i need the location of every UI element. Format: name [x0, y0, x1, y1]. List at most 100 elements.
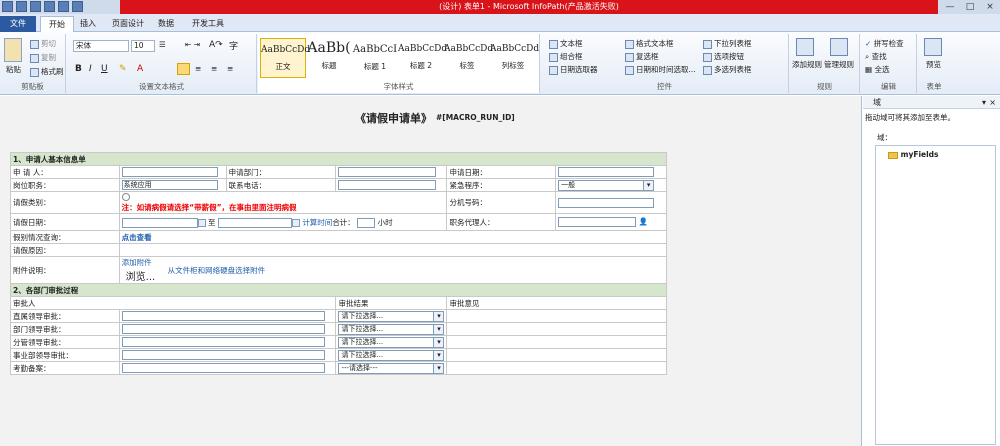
form-canvas: 《请假申请单》 #[MACRO_RUN_ID] 1、申请人基本信息单 申 请 人…: [0, 96, 862, 446]
bold-icon[interactable]: B: [75, 64, 82, 74]
control-multi-select[interactable]: 多选列表框: [703, 64, 752, 75]
find-button[interactable]: ⌕ 查找: [865, 51, 887, 62]
applicant-cell: [118, 165, 227, 179]
urgency-cell: 一般: [555, 178, 667, 192]
person-icon[interactable]: 👤: [639, 217, 648, 226]
text-direction-icon[interactable]: A↷: [209, 40, 223, 50]
align-right-icon[interactable]: ≡: [211, 64, 217, 73]
start-date-input[interactable]: [121, 217, 198, 228]
spell-check-button[interactable]: ✓ 拼写检查: [865, 38, 904, 49]
control-date-picker[interactable]: 日期选取器: [549, 64, 598, 75]
control-option-button[interactable]: 选项按钮: [703, 51, 744, 62]
opinion-cell[interactable]: [446, 335, 667, 349]
calendar-icon[interactable]: [291, 218, 300, 227]
approver-input[interactable]: [121, 337, 325, 347]
tab-developer[interactable]: 开发工具: [184, 16, 232, 32]
cut-button[interactable]: 剪切: [30, 38, 56, 49]
approver-input[interactable]: [121, 363, 325, 373]
italic-icon[interactable]: I: [89, 64, 92, 74]
manage-rules-button[interactable]: 管理规则: [824, 59, 854, 70]
font-color-icon[interactable]: A: [137, 64, 143, 74]
end-date-input[interactable]: [217, 217, 292, 228]
approver-input[interactable]: [121, 324, 325, 334]
dept-input[interactable]: [338, 167, 437, 177]
group-clipboard: 粘贴 剪切 复制 格式刷 剪贴板: [0, 34, 66, 93]
leave-type-radio[interactable]: [121, 192, 130, 201]
file-cabinet-link[interactable]: 从文件柜和网络硬盘选择附件: [168, 266, 266, 275]
add-rule-button[interactable]: 添加规则: [792, 59, 822, 70]
font-family-select[interactable]: 宋体: [73, 40, 129, 52]
reason-cell[interactable]: [118, 243, 668, 257]
style-heading1[interactable]: AaBbCcI 标题 1: [352, 38, 398, 78]
tab-data[interactable]: 数据: [150, 16, 182, 32]
tab-home[interactable]: 开始: [40, 16, 74, 32]
underline-icon[interactable]: U: [101, 64, 108, 74]
char-format-button[interactable]: 字: [229, 39, 238, 52]
font-size-select[interactable]: 10: [131, 40, 155, 52]
opinion-cell[interactable]: [446, 322, 667, 336]
close-icon[interactable]: ×: [989, 96, 996, 109]
close-button[interactable]: ×: [980, 0, 1000, 14]
urgency-select[interactable]: 一般: [558, 179, 655, 191]
select-all-button[interactable]: ▦ 全选: [865, 64, 889, 75]
redo-icon[interactable]: [58, 1, 69, 12]
approver-input[interactable]: [121, 350, 325, 360]
style-title[interactable]: AaBb(标题: [306, 38, 352, 78]
deputy-input[interactable]: [558, 217, 637, 227]
table-row: 假别情况查询： 点击查看: [10, 230, 668, 244]
result-select[interactable]: 请下拉选择...: [338, 310, 445, 322]
undo-icon[interactable]: [44, 1, 55, 12]
calendar-icon[interactable]: [197, 218, 206, 227]
position-input[interactable]: 系统应用: [121, 180, 218, 190]
tab-page-design[interactable]: 页面设计: [104, 16, 152, 32]
style-label[interactable]: AaBbCcDd 标签: [444, 38, 493, 78]
date-input[interactable]: [558, 167, 655, 177]
hours-input[interactable]: [357, 217, 376, 228]
result-select[interactable]: 请下拉选择...: [338, 349, 445, 361]
calc-time-link[interactable]: 计算时间: [302, 218, 332, 227]
control-datetime-picker[interactable]: 日期和时间选取...: [625, 64, 696, 75]
control-dropdown[interactable]: 下拉列表框: [703, 38, 752, 49]
browse-button[interactable]: 浏览...: [126, 272, 156, 283]
align-left-icon[interactable]: [177, 63, 190, 75]
control-textbox[interactable]: 文本框: [549, 38, 583, 49]
control-checkbox[interactable]: 复选框: [625, 51, 659, 62]
align-center-icon[interactable]: ≡: [195, 64, 201, 73]
preview-button[interactable]: 预览: [926, 59, 941, 70]
control-label: 组合框: [560, 52, 583, 61]
highlight-icon[interactable]: ✎: [119, 64, 127, 74]
result-select[interactable]: ---请选择---: [338, 362, 445, 374]
opinion-cell[interactable]: [446, 348, 667, 362]
tree-root[interactable]: myFields: [888, 150, 939, 159]
style-sample: AaBbCcDd: [490, 44, 540, 54]
maximize-button[interactable]: □: [960, 0, 980, 14]
result-select[interactable]: 请下拉选择...: [338, 323, 445, 335]
list-icon[interactable]: ☰: [159, 40, 166, 49]
style-normal[interactable]: AaBbCcDd 正文: [260, 38, 310, 78]
format-painter-button[interactable]: 格式刷: [30, 66, 64, 77]
minimize-button[interactable]: —: [940, 0, 960, 14]
pane-menu-icon[interactable]: ▾: [982, 96, 986, 109]
control-combobox[interactable]: 组合框: [549, 51, 583, 62]
applicant-input[interactable]: [121, 167, 218, 177]
view-link[interactable]: 点击查看: [122, 233, 152, 242]
style-column-label[interactable]: AaBbCcDd 列标签: [490, 38, 540, 78]
ext-label: 分机号码：: [446, 191, 557, 214]
copy-button[interactable]: 复制: [30, 52, 56, 63]
tab-file[interactable]: 文件: [0, 16, 36, 32]
paste-button[interactable]: 粘贴: [6, 64, 21, 75]
result-select[interactable]: 请下拉选择...: [338, 336, 445, 348]
phone-input[interactable]: [338, 180, 437, 190]
indent-icon[interactable]: ⇤ ⇥: [185, 40, 200, 49]
ext-input[interactable]: [558, 197, 655, 208]
justify-icon[interactable]: ≡: [227, 64, 233, 73]
approver-input[interactable]: [121, 311, 325, 321]
style-heading2[interactable]: AaBbCcDd 标题 2: [398, 38, 447, 78]
tab-insert[interactable]: 插入: [72, 16, 104, 32]
opinion-cell[interactable]: [446, 309, 667, 323]
save-icon[interactable]: [16, 1, 27, 12]
opinion-cell[interactable]: [446, 361, 667, 375]
check-icon[interactable]: [72, 1, 83, 12]
control-rich-text[interactable]: 格式文本框: [625, 38, 674, 49]
print-preview-icon[interactable]: [30, 1, 41, 12]
